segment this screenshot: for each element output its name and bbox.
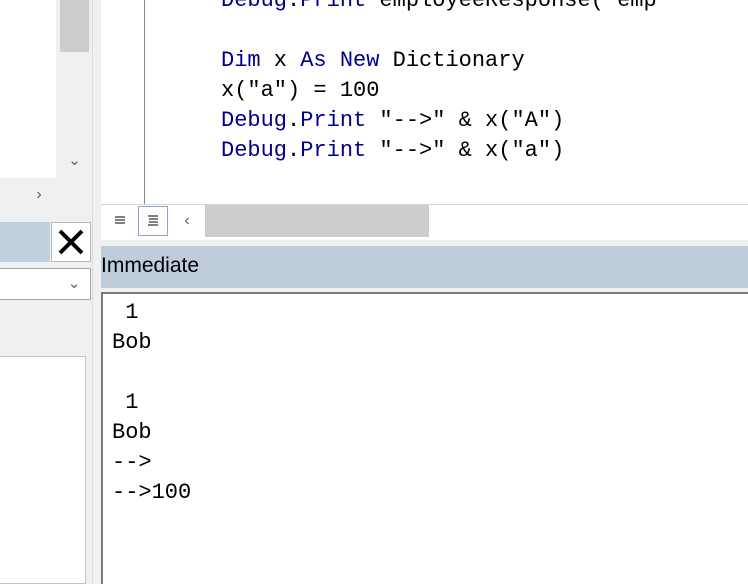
code-text: "-->" & x("a") [366,138,565,163]
project-tree[interactable] [0,0,56,178]
code-text: employeeResponse( emp [366,0,657,13]
chevron-left-icon[interactable]: ‹ [172,206,202,236]
chevron-down-icon[interactable]: ⌄ [60,270,88,298]
procedure-view-icon [115,216,125,224]
immediate-output-line: -->100 [112,480,192,505]
immediate-title: Immediate [101,254,200,277]
properties-list[interactable] [0,356,86,584]
code-text: x [260,48,301,73]
code-keyword: Print [300,0,367,13]
code-line[interactable]: Dim x As New Dictionary [221,46,525,76]
code-text: . [287,138,301,163]
procedure-view-button[interactable] [105,206,135,236]
close-icon [58,229,84,255]
code-keyword: Debug [221,0,288,13]
code-keyword: Print [300,138,367,163]
full-module-view-icon [148,215,158,226]
immediate-output-line: 1 [112,390,139,415]
code-hscroll-thumb[interactable] [205,205,429,237]
pane-splitter[interactable] [92,0,101,584]
full-module-view-button[interactable] [138,206,168,236]
code-margin-indicator-bar[interactable] [101,0,145,204]
code-line[interactable]: Debug.Print "-->" & x("a") [221,136,564,166]
immediate-output-line: 1 [112,300,139,325]
chevron-right-icon[interactable]: › [24,182,54,208]
code-line[interactable]: Debug.Print employeeResponse( emp [221,0,657,16]
code-text: . [287,0,301,13]
code-line[interactable]: Debug.Print "-->" & x("A") [221,106,564,136]
immediate-output[interactable] [101,292,748,584]
code-keyword: As New [300,48,380,73]
immediate-output-line: Bob [112,330,152,355]
close-button[interactable] [51,222,91,262]
immediate-output-line: Bob [112,420,152,445]
properties-titlebar [0,222,50,262]
code-keyword: Print [300,108,367,133]
immediate-output-line: --> [112,450,152,475]
project-tree-scroll-thumb[interactable] [60,0,89,52]
code-keyword: Dim [221,48,261,73]
code-text: "-->" & x("A") [366,108,565,133]
code-line[interactable]: x("a") = 100 [221,76,379,106]
chevron-down-icon[interactable]: ⌄ [60,148,89,174]
code-text: . [287,108,301,133]
code-text: Dictionary [379,48,525,73]
code-keyword: Debug [221,138,288,163]
code-keyword: Debug [221,108,288,133]
